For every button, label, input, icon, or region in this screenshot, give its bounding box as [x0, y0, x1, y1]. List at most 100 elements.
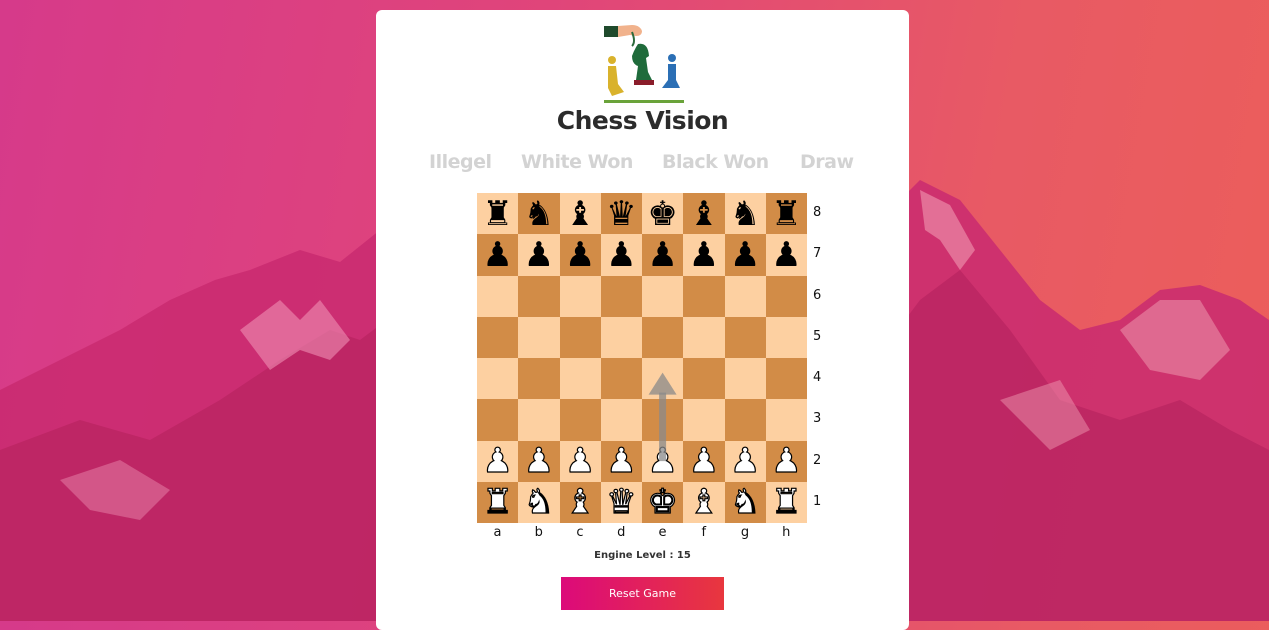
square-d3[interactable]: [600, 399, 642, 441]
chess-board[interactable]: ♜ ♞ ♝ ♛ ♚ ♝ ♞ ♜ ♟ ♟ ♟ ♟ ♟ ♟ ♟ ♟ ♟ ♟ ♟ ♟ ♟ ♟ ♟ ♟ ♜ ♞ ♝ ♛ ♚ ♝ ♞ ♜: [477, 193, 807, 523]
square-a1[interactable]: ♜: [477, 481, 519, 523]
white-pawn-icon[interactable]: ♟: [606, 444, 638, 479]
square-f4[interactable]: [683, 358, 725, 400]
square-g2[interactable]: ♟: [724, 440, 766, 482]
white-knight-icon[interactable]: ♞: [523, 485, 555, 520]
square-g7[interactable]: ♟: [724, 234, 766, 276]
square-c8[interactable]: ♝: [559, 193, 601, 235]
square-b8[interactable]: ♞: [518, 193, 560, 235]
square-b3[interactable]: [518, 399, 560, 441]
square-g8[interactable]: ♞: [724, 193, 766, 235]
file-label-e: e: [658, 525, 667, 540]
square-g4[interactable]: [724, 358, 766, 400]
square-a6[interactable]: [477, 275, 519, 317]
square-b4[interactable]: [518, 358, 560, 400]
black-bishop-icon[interactable]: ♝: [689, 197, 719, 231]
square-f3[interactable]: [683, 399, 725, 441]
square-h7[interactable]: ♟: [765, 234, 807, 276]
white-queen-icon[interactable]: ♛: [606, 485, 638, 520]
square-a7[interactable]: ♟: [477, 234, 519, 276]
square-d2[interactable]: ♟: [600, 440, 642, 482]
square-f7[interactable]: ♟: [683, 234, 725, 276]
square-f6[interactable]: [683, 275, 725, 317]
square-d1[interactable]: ♛: [600, 481, 642, 523]
white-rook-icon[interactable]: ♜: [771, 485, 803, 520]
square-b7[interactable]: ♟: [518, 234, 560, 276]
square-c6[interactable]: [559, 275, 601, 317]
white-bishop-icon[interactable]: ♝: [564, 485, 596, 520]
square-g6[interactable]: [724, 275, 766, 317]
white-bishop-icon[interactable]: ♝: [688, 485, 720, 520]
black-bishop-icon[interactable]: ♝: [565, 197, 595, 231]
black-pawn-icon[interactable]: ♟: [606, 238, 636, 272]
square-f5[interactable]: [683, 316, 725, 358]
black-knight-icon[interactable]: ♞: [524, 197, 554, 231]
white-knight-icon[interactable]: ♞: [729, 485, 761, 520]
square-e1[interactable]: ♚: [642, 481, 684, 523]
square-f2[interactable]: ♟: [683, 440, 725, 482]
black-pawn-icon[interactable]: ♟: [524, 238, 554, 272]
black-rook-icon[interactable]: ♜: [771, 197, 801, 231]
square-h2[interactable]: ♟: [765, 440, 807, 482]
black-pawn-icon[interactable]: ♟: [565, 238, 595, 272]
square-g3[interactable]: [724, 399, 766, 441]
white-pawn-icon[interactable]: ♟: [688, 444, 720, 479]
square-c4[interactable]: [559, 358, 601, 400]
square-h6[interactable]: [765, 275, 807, 317]
square-e5[interactable]: [642, 316, 684, 358]
square-d5[interactable]: [600, 316, 642, 358]
square-a5[interactable]: [477, 316, 519, 358]
black-pawn-icon[interactable]: ♟: [647, 238, 677, 272]
white-pawn-icon[interactable]: ♟: [523, 444, 555, 479]
square-c7[interactable]: ♟: [559, 234, 601, 276]
black-pawn-icon[interactable]: ♟: [482, 238, 512, 272]
square-c3[interactable]: [559, 399, 601, 441]
black-pawn-icon[interactable]: ♟: [730, 238, 760, 272]
file-label-a: a: [493, 525, 502, 540]
white-pawn-icon[interactable]: ♟: [647, 444, 679, 479]
square-e4[interactable]: [642, 358, 684, 400]
square-e6[interactable]: [642, 275, 684, 317]
black-queen-icon[interactable]: ♛: [606, 197, 636, 231]
square-c5[interactable]: [559, 316, 601, 358]
white-pawn-icon[interactable]: ♟: [564, 444, 596, 479]
white-rook-icon[interactable]: ♜: [482, 485, 514, 520]
square-e8[interactable]: ♚: [642, 193, 684, 235]
square-h1[interactable]: ♜: [765, 481, 807, 523]
square-f1[interactable]: ♝: [683, 481, 725, 523]
white-king-icon[interactable]: ♚: [647, 485, 679, 520]
square-a3[interactable]: [477, 399, 519, 441]
square-b6[interactable]: [518, 275, 560, 317]
square-d4[interactable]: [600, 358, 642, 400]
square-h3[interactable]: [765, 399, 807, 441]
black-knight-icon[interactable]: ♞: [730, 197, 760, 231]
square-d8[interactable]: ♛: [600, 193, 642, 235]
square-e3[interactable]: [642, 399, 684, 441]
square-b2[interactable]: ♟: [518, 440, 560, 482]
white-pawn-icon[interactable]: ♟: [482, 444, 514, 479]
square-d7[interactable]: ♟: [600, 234, 642, 276]
square-a2[interactable]: ♟: [477, 440, 519, 482]
square-c1[interactable]: ♝: [559, 481, 601, 523]
square-h5[interactable]: [765, 316, 807, 358]
square-h8[interactable]: ♜: [765, 193, 807, 235]
square-g1[interactable]: ♞: [724, 481, 766, 523]
black-rook-icon[interactable]: ♜: [482, 197, 512, 231]
reset-game-button[interactable]: Reset Game: [561, 577, 724, 610]
square-g5[interactable]: [724, 316, 766, 358]
square-a8[interactable]: ♜: [477, 193, 519, 235]
black-pawn-icon[interactable]: ♟: [689, 238, 719, 272]
square-h4[interactable]: [765, 358, 807, 400]
square-b5[interactable]: [518, 316, 560, 358]
black-king-icon[interactable]: ♚: [647, 197, 677, 231]
white-pawn-icon[interactable]: ♟: [771, 444, 803, 479]
square-d6[interactable]: [600, 275, 642, 317]
square-c2[interactable]: ♟: [559, 440, 601, 482]
square-e7[interactable]: ♟: [642, 234, 684, 276]
black-pawn-icon[interactable]: ♟: [771, 238, 801, 272]
white-pawn-icon[interactable]: ♟: [729, 444, 761, 479]
square-a4[interactable]: [477, 358, 519, 400]
square-b1[interactable]: ♞: [518, 481, 560, 523]
square-e2[interactable]: ♟: [642, 440, 684, 482]
square-f8[interactable]: ♝: [683, 193, 725, 235]
